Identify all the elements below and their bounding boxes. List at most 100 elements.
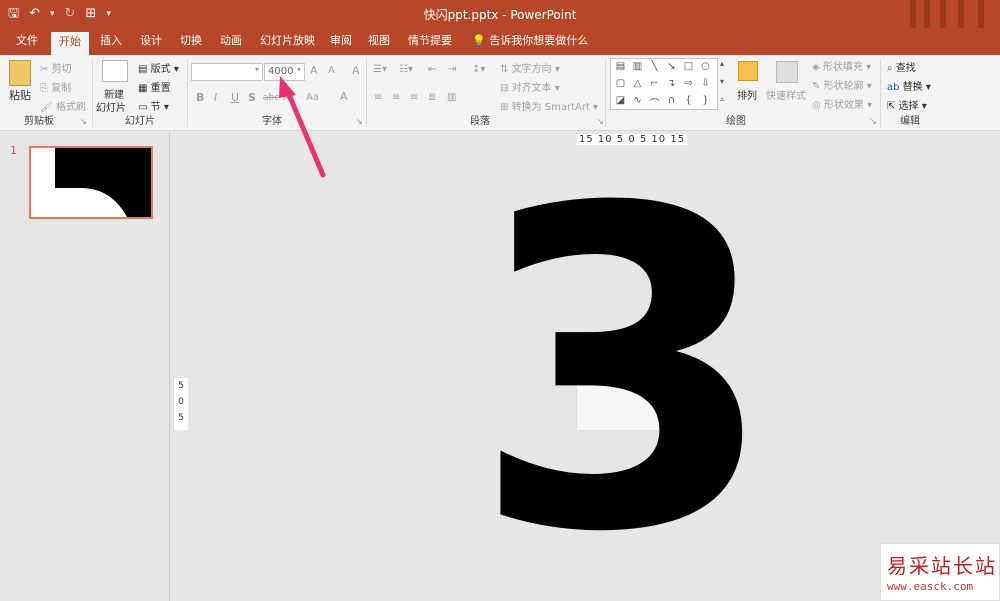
slide-editing-canvas[interactable]: 15 10 5 0 5 10 15 5 0 5 3 (171, 132, 1000, 601)
freeform-icon[interactable]: ◪ (613, 95, 628, 106)
right-brace-icon[interactable]: } (698, 95, 713, 106)
font-name-input[interactable] (191, 63, 263, 81)
divider (605, 59, 606, 127)
ribbon-tabs: 文件 开始 插入 设计 切换 动画 幻灯片放映 审阅 视图 情节提要 💡 告诉我… (0, 28, 1000, 55)
slide-number: 1 (10, 144, 17, 157)
align-right-icon[interactable]: ≡ (410, 92, 418, 103)
tab-file[interactable]: 文件 (8, 33, 46, 55)
shapes-gallery[interactable]: ▤ ▥ ╲ ↘ □ ○ ▢ △ ⌐ ↴ ⇨ ⇩ ◪ ∿ ⌒ ∩ { } (610, 58, 718, 110)
format-painter-button[interactable]: 🖌 格式刷 (40, 98, 86, 113)
increase-indent-icon[interactable]: ⇥ (448, 64, 456, 75)
layout-icon: ▤ (138, 64, 151, 75)
gallery-more-icon[interactable]: ⩡ (720, 95, 725, 105)
font-size-dropdown-icon[interactable]: ▾ (297, 65, 301, 74)
layout-button[interactable]: ▤ 版式 ▾ (138, 60, 179, 75)
elbow-connector-icon[interactable]: ⌐ (647, 78, 662, 89)
clipboard-launcher-icon[interactable]: ↘ (80, 117, 87, 126)
curve-icon[interactable]: ∩ (664, 95, 679, 106)
reset-icon: ▦ (138, 83, 151, 94)
slide-thumbnail-pane: 1 (0, 132, 170, 601)
bullets-icon[interactable]: ☰▾ (373, 64, 387, 75)
slide-big-number[interactable]: 3 (471, 152, 777, 592)
new-slide-button[interactable]: 幻灯片 (96, 99, 126, 114)
section-button[interactable]: ▭ 节 ▾ (138, 98, 169, 113)
triangle-icon[interactable]: △ (630, 78, 645, 89)
gallery-up-icon[interactable]: ▴ (720, 59, 724, 68)
drawing-launcher-icon[interactable]: ↘ (870, 117, 877, 126)
quick-styles-icon[interactable] (776, 61, 798, 83)
grow-font-button[interactable]: A (310, 64, 318, 77)
replace-button[interactable]: ab 替换 ▾ (887, 78, 931, 93)
smartart-button[interactable]: ⊞ 转换为 SmartArt ▾ (500, 98, 598, 113)
arrange-button[interactable]: 排列 (737, 87, 757, 102)
line-spacing-icon[interactable]: ↕▾ (472, 64, 485, 75)
shrink-font-button[interactable]: A (328, 65, 335, 76)
change-case-button[interactable]: Aa (306, 92, 319, 103)
align-center-icon[interactable]: ≡ (392, 92, 400, 103)
effects-icon: ◎ (812, 100, 824, 111)
title-bar: 🖫 ↶ ▾ ↻ ⊞ ▾ 快闪ppt.pptx - PowerPoint (0, 0, 1000, 28)
left-brace-icon[interactable]: { (681, 95, 696, 106)
italic-button[interactable]: I (214, 91, 217, 104)
find-button[interactable]: ⌕ 查找 (887, 59, 916, 74)
arrow-line-icon[interactable]: ↘ (664, 61, 679, 72)
elbow-arrow-icon[interactable]: ↴ (664, 78, 679, 89)
align-left-icon[interactable]: ≡ (374, 92, 382, 103)
new-slide-icon[interactable] (102, 60, 128, 82)
bold-button[interactable]: B (196, 91, 204, 104)
cut-button[interactable]: ✂ 剪切 (40, 60, 72, 75)
tab-insert[interactable]: 插入 (92, 33, 130, 55)
paste-icon[interactable] (9, 60, 31, 86)
vertical-textbox-icon[interactable]: ▥ (630, 61, 645, 72)
underline-button[interactable]: U (231, 91, 239, 104)
rectangle-shape-icon[interactable]: □ (681, 61, 696, 72)
strikethrough-button[interactable]: abc (263, 93, 279, 103)
tab-home[interactable]: 开始 (51, 32, 89, 55)
shape-effects-button[interactable]: ◎ 形状效果 ▾ (812, 96, 872, 111)
shape-outline-button[interactable]: ✎ 形状轮廓 ▾ (812, 77, 872, 92)
paste-button[interactable]: 粘贴 (9, 87, 31, 103)
rounded-rect-icon[interactable]: ▢ (613, 78, 628, 89)
tab-slideshow[interactable]: 幻灯片放映 (252, 33, 323, 55)
tab-storyboard[interactable]: 情节提要 (400, 33, 460, 55)
tell-me-box[interactable]: 💡 告诉我你想要做什么 (464, 33, 596, 55)
columns-icon[interactable]: ▥ (447, 92, 456, 103)
tab-view[interactable]: 视图 (360, 33, 398, 55)
down-arrow-icon[interactable]: ⇩ (698, 78, 713, 89)
copy-button[interactable]: ⎘ 复制 (40, 79, 71, 94)
scissors-icon: ✂ (40, 64, 52, 75)
line-shape-icon[interactable]: ╲ (647, 61, 662, 72)
tab-design[interactable]: 设计 (132, 33, 170, 55)
arrange-icon[interactable] (738, 61, 758, 81)
shadow-button[interactable]: S (248, 91, 256, 104)
text-direction-button[interactable]: ⇅ 文字方向 ▾ (500, 60, 560, 75)
align-text-button[interactable]: ⊟ 对齐文本 ▾ (500, 79, 560, 94)
char-spacing-button[interactable]: AV (283, 93, 295, 103)
arc-icon[interactable]: ⌒ (647, 95, 662, 110)
reset-button[interactable]: ▦ 重置 (138, 79, 171, 94)
clear-formatting-button[interactable]: A (352, 64, 360, 77)
textbox-shape-icon[interactable]: ▤ (613, 61, 628, 72)
scribble-icon[interactable]: ∿ (630, 95, 645, 106)
tab-transitions[interactable]: 切换 (172, 33, 210, 55)
font-name-dropdown-icon[interactable]: ▾ (255, 65, 259, 74)
slide-thumbnail[interactable] (29, 146, 153, 219)
font-color-button[interactable]: A (340, 90, 348, 103)
paragraph-launcher-icon[interactable]: ↘ (597, 117, 604, 126)
drawing-group-label: 绘图 (726, 116, 746, 127)
justify-icon[interactable]: ≣ (428, 92, 436, 103)
ribbon: 粘贴 ✂ 剪切 ⎘ 复制 🖌 格式刷 剪贴板 ↘ 新建 幻灯片 ▤ 版式 ▾ ▦… (0, 55, 1000, 131)
shape-fill-button[interactable]: ◈ 形状填充 ▾ (812, 58, 871, 73)
watermark-url: www.easck.com (887, 580, 974, 593)
right-arrow-icon[interactable]: ⇨ (681, 78, 696, 89)
paragraph-group-label: 段落 (470, 116, 490, 127)
select-button[interactable]: ⇱ 选择 ▾ (887, 97, 927, 112)
oval-shape-icon[interactable]: ○ (698, 61, 713, 72)
tab-animations[interactable]: 动画 (212, 33, 250, 55)
quick-styles-button[interactable]: 快速样式 (766, 87, 806, 102)
gallery-down-icon[interactable]: ▾ (720, 77, 724, 86)
numbering-icon[interactable]: ☷▾ (399, 64, 413, 75)
font-launcher-icon[interactable]: ↘ (356, 117, 363, 126)
decrease-indent-icon[interactable]: ⇤ (428, 64, 436, 75)
tab-review[interactable]: 审阅 (322, 33, 360, 55)
